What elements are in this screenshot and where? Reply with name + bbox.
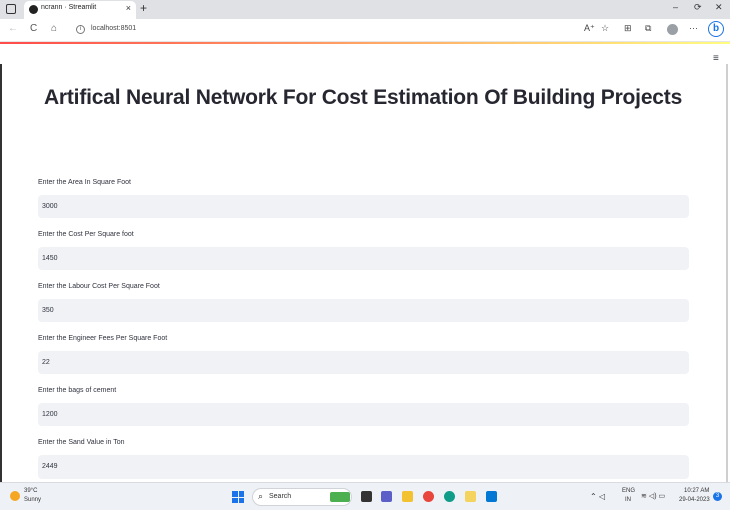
language-bottom[interactable]: IN: [625, 497, 631, 503]
window-close-icon[interactable]: ✕: [715, 2, 723, 13]
network-volume-battery-icon[interactable]: ≋ ◁) ▭: [641, 492, 665, 500]
favorite-star-icon[interactable]: ☆: [601, 23, 609, 34]
profile-avatar[interactable]: [667, 24, 678, 35]
weather-temperature: 39°C: [24, 488, 38, 494]
site-info-icon[interactable]: i: [76, 25, 85, 34]
notification-badge[interactable]: 3: [713, 492, 722, 501]
restore-icon[interactable]: ⟳: [694, 2, 702, 13]
search-highlight-icon: [330, 492, 350, 502]
engineer-fees-input[interactable]: 22: [38, 351, 689, 374]
weather-sun-icon[interactable]: [10, 491, 20, 501]
tab-title: ncrann · Streamlit: [41, 4, 97, 11]
language-top[interactable]: ENG: [622, 488, 635, 494]
read-aloud-icon[interactable]: A⁺: [584, 23, 595, 34]
tray-overflow-icon[interactable]: ⌃ ◁: [590, 492, 605, 501]
task-view-icon[interactable]: [361, 491, 372, 502]
file-explorer-icon[interactable]: [402, 491, 413, 502]
split-screen-icon[interactable]: ⊞: [624, 23, 632, 34]
store-icon[interactable]: [465, 491, 476, 502]
sand-value-input[interactable]: 2449: [38, 455, 689, 479]
weather-condition: Sunny: [24, 497, 42, 503]
home-icon[interactable]: ⌂: [51, 23, 57, 34]
browser-tab-strip: ncrann · Streamlit × + – ⟳ ✕: [0, 0, 730, 19]
scrollbar[interactable]: [726, 64, 728, 482]
vscode-icon[interactable]: [486, 491, 497, 502]
back-icon[interactable]: ←: [8, 23, 18, 34]
streamlit-favicon-icon: [29, 5, 38, 14]
search-icon: ⌕: [258, 491, 264, 501]
reload-icon[interactable]: C: [30, 23, 37, 34]
sand-value-label: Enter the Sand Value in Ton: [38, 439, 125, 446]
teams-chat-icon[interactable]: [381, 491, 392, 502]
url-text: localhost:8501: [91, 25, 137, 32]
labour-cost-input[interactable]: 350: [38, 299, 689, 322]
engineer-fees-label: Enter the Engineer Fees Per Square Foot: [38, 335, 168, 342]
url-field[interactable]: i localhost:8501: [72, 22, 712, 38]
browser-tab[interactable]: ncrann · Streamlit ×: [24, 1, 136, 19]
edge-icon[interactable]: [444, 491, 455, 502]
address-bar-row: ← C ⌂ i localhost:8501 A⁺ ☆ ⊞ ☆ ⧉ ···: [0, 19, 730, 42]
labour-cost-label: Enter the Labour Cost Per Square Foot: [38, 283, 160, 290]
clock-date[interactable]: 29-04-2023: [679, 497, 710, 503]
bing-copilot-icon[interactable]: b: [708, 21, 724, 37]
window-menu-icon[interactable]: [6, 4, 16, 14]
tab-close-icon[interactable]: ×: [126, 3, 131, 13]
area-input[interactable]: 3000: [38, 195, 689, 218]
hamburger-menu-icon[interactable]: ≡: [713, 53, 719, 64]
more-options-icon[interactable]: ···: [689, 23, 698, 33]
windows-start-icon[interactable]: [232, 491, 244, 503]
page-title: Artifical Neural Network For Cost Estima…: [43, 86, 683, 109]
cost-per-sqft-input[interactable]: 1450: [38, 247, 689, 270]
left-border: [0, 64, 2, 482]
new-tab-icon[interactable]: +: [140, 1, 147, 15]
cement-bags-input[interactable]: 1200: [38, 403, 689, 426]
chrome-icon[interactable]: [423, 491, 434, 502]
windows-taskbar: 39°C Sunny ⌕ Search ⌃ ◁ ENG IN ≋ ◁) ▭ 10…: [0, 482, 730, 510]
cost-per-sqft-label: Enter the Cost Per Square foot: [38, 231, 134, 238]
cement-bags-label: Enter the bags of cement: [38, 387, 117, 394]
search-label: Search: [269, 493, 292, 500]
collections-icon[interactable]: ⧉: [645, 23, 651, 34]
clock-time[interactable]: 10:27 AM: [684, 488, 709, 494]
area-label: Enter the Area In Square Foot: [38, 179, 132, 186]
minimize-icon[interactable]: –: [673, 2, 678, 12]
